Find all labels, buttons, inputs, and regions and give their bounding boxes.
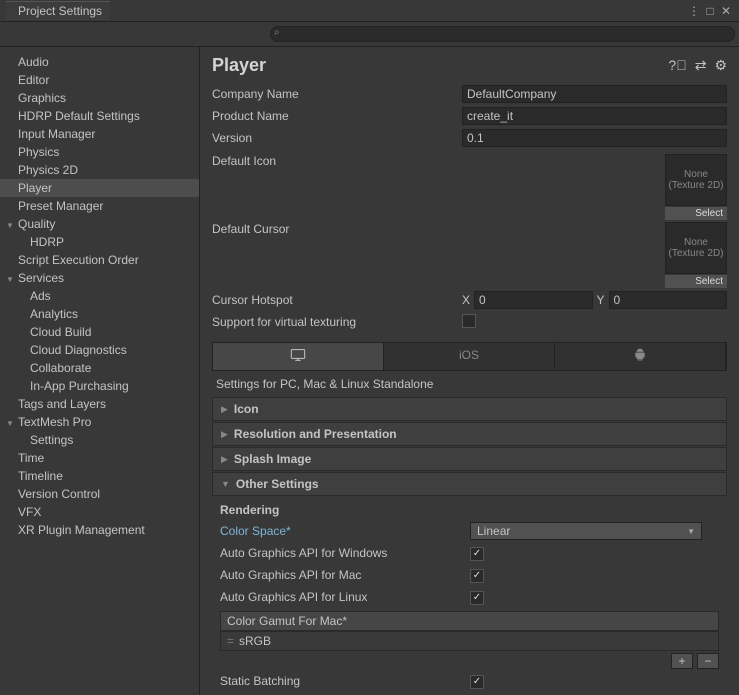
tab-ios[interactable]: iOS	[384, 343, 555, 370]
default-icon-label: Default Icon	[212, 154, 462, 168]
tab-android[interactable]	[555, 343, 726, 370]
gamut-add-button[interactable]: +	[671, 653, 693, 669]
auto-mac-checkbox[interactable]	[470, 569, 484, 583]
sidebar-item-tags-and-layers[interactable]: Tags and Layers	[0, 395, 199, 413]
sidebar-item-xr-plugin-management[interactable]: XR Plugin Management	[0, 521, 199, 539]
auto-win-label: Auto Graphics API for Windows	[220, 546, 470, 560]
sidebar-item-hdrp-default-settings[interactable]: HDRP Default Settings	[0, 107, 199, 125]
titlebar: Project Settings ⋮ □ ✕	[0, 0, 739, 22]
sidebar-item-time[interactable]: Time	[0, 449, 199, 467]
default-icon-field[interactable]: None (Texture 2D)	[665, 154, 727, 206]
version-input[interactable]	[462, 129, 727, 147]
sidebar-item-quality[interactable]: Quality	[0, 215, 199, 233]
x-label: X	[462, 293, 470, 307]
sidebar-item-services[interactable]: Services	[0, 269, 199, 287]
sidebar-item-physics-2d[interactable]: Physics 2D	[0, 161, 199, 179]
color-space-label[interactable]: Color Space*	[220, 524, 470, 538]
cursor-y-input[interactable]	[609, 291, 727, 309]
tab-standalone[interactable]	[213, 343, 384, 370]
default-cursor-select[interactable]: Select	[665, 275, 727, 288]
company-name-input[interactable]	[462, 85, 727, 103]
chevron-right-icon: ▶	[221, 404, 228, 415]
platform-tabs: iOS	[212, 342, 727, 371]
window-title: Project Settings	[18, 4, 102, 18]
sidebar-item-collaborate[interactable]: Collaborate	[0, 359, 199, 377]
section-resolution[interactable]: ▶ Resolution and Presentation	[212, 422, 727, 446]
static-batching-label: Static Batching	[220, 674, 470, 688]
searchbar: ⌕	[0, 22, 739, 47]
sidebar-item-input-manager[interactable]: Input Manager	[0, 125, 199, 143]
chevron-down-icon: ▼	[687, 527, 695, 536]
search-input[interactable]	[270, 26, 735, 42]
sidebar-item-vfx[interactable]: VFX	[0, 503, 199, 521]
settings-for-label: Settings for PC, Mac & Linux Standalone	[212, 371, 727, 397]
y-label: Y	[597, 293, 605, 307]
rendering-heading: Rendering	[220, 503, 719, 517]
sidebar-item-in-app-purchasing[interactable]: In-App Purchasing	[0, 377, 199, 395]
virtual-texturing-checkbox[interactable]	[462, 314, 476, 328]
sidebar-item-ads[interactable]: Ads	[0, 287, 199, 305]
close-icon[interactable]: ✕	[719, 4, 733, 18]
auto-linux-checkbox[interactable]	[470, 591, 484, 605]
sidebar-item-analytics[interactable]: Analytics	[0, 305, 199, 323]
sidebar-item-physics[interactable]: Physics	[0, 143, 199, 161]
chevron-right-icon: ▶	[221, 429, 228, 440]
auto-mac-label: Auto Graphics API for Mac	[220, 568, 470, 582]
default-icon-select[interactable]: Select	[665, 207, 727, 220]
android-icon	[632, 351, 648, 365]
default-cursor-field[interactable]: None (Texture 2D)	[665, 222, 727, 274]
product-name-input[interactable]	[462, 107, 727, 125]
presets-icon[interactable]: ⇄	[695, 57, 707, 74]
sidebar-item-player[interactable]: Player	[0, 179, 199, 197]
color-space-dropdown[interactable]: Linear ▼	[470, 522, 702, 540]
sidebar-item-graphics[interactable]: Graphics	[0, 89, 199, 107]
auto-linux-label: Auto Graphics API for Linux	[220, 590, 470, 604]
gamut-remove-button[interactable]: −	[697, 653, 719, 669]
chevron-down-icon: ▼	[221, 479, 230, 489]
chevron-right-icon: ▶	[221, 454, 228, 465]
sidebar-item-script-execution-order[interactable]: Script Execution Order	[0, 251, 199, 269]
section-icon[interactable]: ▶ Icon	[212, 397, 727, 421]
gamut-heading: Color Gamut For Mac*	[220, 611, 719, 631]
sidebar-item-cloud-diagnostics[interactable]: Cloud Diagnostics	[0, 341, 199, 359]
window-tab[interactable]: Project Settings	[6, 1, 110, 20]
sidebar-item-hdrp[interactable]: HDRP	[0, 233, 199, 251]
sidebar-item-settings[interactable]: Settings	[0, 431, 199, 449]
auto-win-checkbox[interactable]	[470, 547, 484, 561]
sidebar-item-textmesh-pro[interactable]: TextMesh Pro	[0, 413, 199, 431]
cursor-x-input[interactable]	[474, 291, 592, 309]
product-name-label: Product Name	[212, 109, 462, 123]
search-icon: ⌕	[274, 27, 280, 38]
default-cursor-label: Default Cursor	[212, 222, 462, 236]
sidebar-item-version-control[interactable]: Version Control	[0, 485, 199, 503]
maximize-icon[interactable]: □	[703, 4, 717, 18]
help-icon[interactable]: ?⃝	[668, 57, 686, 74]
sidebar: AudioEditorGraphicsHDRP Default Settings…	[0, 47, 200, 695]
sidebar-item-cloud-build[interactable]: Cloud Build	[0, 323, 199, 341]
sidebar-item-preset-manager[interactable]: Preset Manager	[0, 197, 199, 215]
company-name-label: Company Name	[212, 87, 462, 101]
monitor-icon	[290, 351, 306, 365]
sidebar-item-editor[interactable]: Editor	[0, 71, 199, 89]
virtual-texturing-label: Support for virtual texturing	[212, 315, 462, 329]
menu-icon[interactable]: ⋮	[687, 4, 701, 18]
sidebar-item-audio[interactable]: Audio	[0, 53, 199, 71]
cursor-hotspot-label: Cursor Hotspot	[212, 293, 462, 307]
page-title: Player	[212, 55, 266, 76]
content: Player ?⃝ ⇄ ⚙ Company Name Product Name	[200, 47, 739, 695]
gear-icon[interactable]: ⚙	[714, 57, 727, 74]
gamut-item[interactable]: sRGB	[220, 631, 719, 651]
sidebar-item-timeline[interactable]: Timeline	[0, 467, 199, 485]
version-label: Version	[212, 131, 462, 145]
section-splash[interactable]: ▶ Splash Image	[212, 447, 727, 471]
section-other[interactable]: ▼ Other Settings	[212, 472, 727, 496]
static-batching-checkbox[interactable]	[470, 675, 484, 689]
